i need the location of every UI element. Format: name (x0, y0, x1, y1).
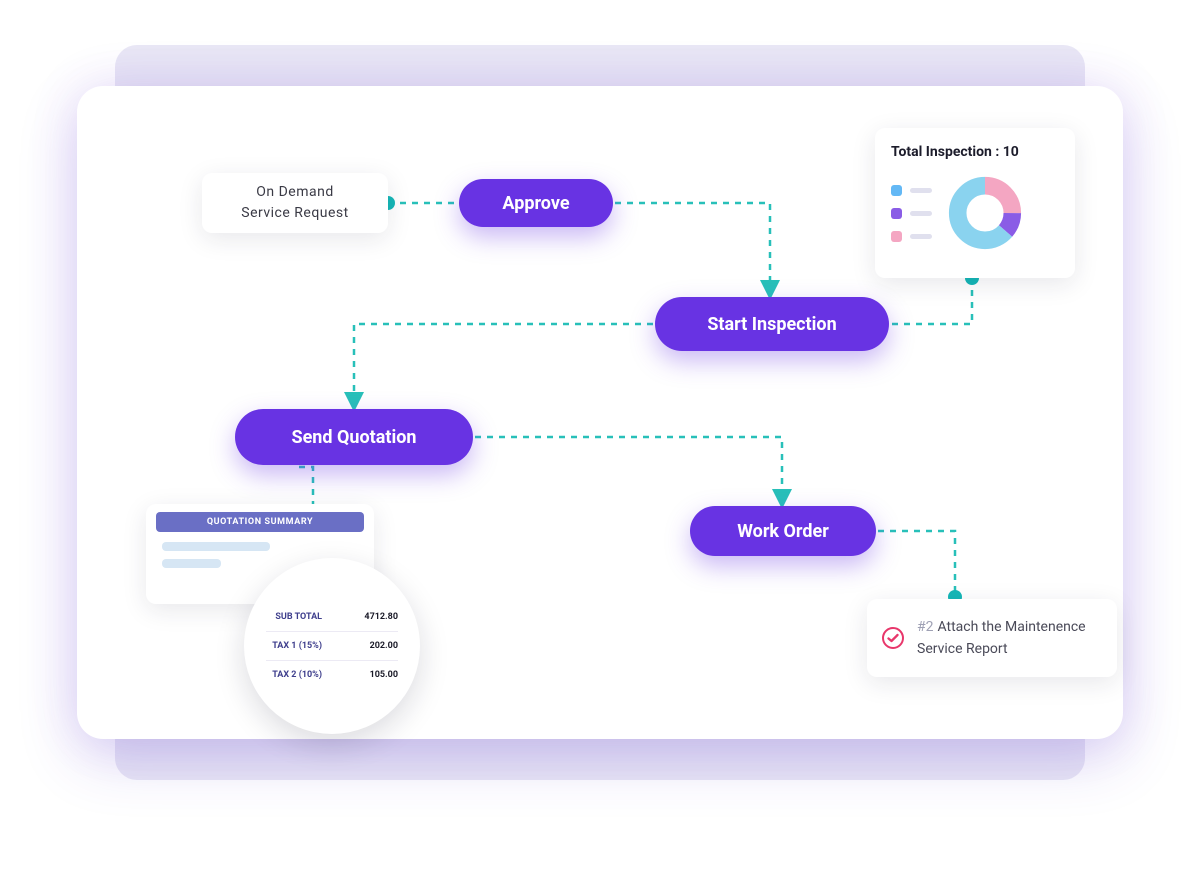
legend-item (891, 208, 932, 219)
attach-task-number: #2 (917, 619, 934, 635)
attach-task-body: Attach the Maintenence Service Report (917, 619, 1086, 657)
quotation-row-value: 105.00 (370, 670, 398, 680)
legend-bar-icon (910, 234, 932, 239)
legend-bar-icon (910, 211, 932, 216)
approve-label: Approve (502, 193, 569, 214)
work-order-node: Work Order (690, 506, 876, 556)
approve-node: Approve (459, 179, 613, 227)
send-quotation-node: Send Quotation (235, 409, 473, 465)
service-request-node: On Demand Service Request (202, 173, 388, 233)
attach-task-card: #2Attach the Maintenence Service Report (867, 599, 1117, 677)
legend-bar-icon (910, 188, 932, 193)
legend-color-icon (891, 208, 902, 219)
legend-item (891, 231, 932, 242)
check-circle-icon (881, 626, 905, 650)
attach-task-text: #2Attach the Maintenence Service Report (917, 616, 1103, 661)
quotation-row: TAX 2 (10%) 105.00 (266, 660, 398, 689)
quotation-row-label: SUB TOTAL (266, 612, 322, 622)
quotation-row-label: TAX 1 (15%) (266, 641, 322, 651)
inspection-widget: Total Inspection : 10 (875, 128, 1075, 278)
placeholder-line (162, 542, 270, 551)
inspection-legend (891, 185, 932, 242)
service-request-label: On Demand Service Request (241, 182, 348, 224)
quotation-row: SUB TOTAL 4712.80 (266, 603, 398, 631)
diagram-stage: On Demand Service Request Approve Start … (77, 86, 1123, 739)
diagram-card: On Demand Service Request Approve Start … (77, 86, 1123, 739)
start-inspection-label: Start Inspection (707, 314, 836, 335)
donut-chart-icon (946, 174, 1024, 252)
placeholder-line (162, 559, 221, 568)
quotation-row-value: 202.00 (370, 641, 398, 651)
inspection-widget-title: Total Inspection : 10 (891, 144, 1059, 160)
inspection-widget-body (891, 174, 1059, 252)
quotation-summary-header: QUOTATION SUMMARY (156, 512, 364, 532)
legend-color-icon (891, 231, 902, 242)
legend-color-icon (891, 185, 902, 196)
send-quotation-label: Send Quotation (292, 427, 417, 448)
quotation-row: TAX 1 (15%) 202.00 (266, 631, 398, 660)
legend-item (891, 185, 932, 196)
start-inspection-node: Start Inspection (655, 297, 889, 351)
quotation-row-value: 4712.80 (364, 612, 398, 622)
quotation-row-label: TAX 2 (10%) (266, 670, 322, 680)
work-order-label: Work Order (737, 521, 829, 542)
quotation-totals-bubble: SUB TOTAL 4712.80 TAX 1 (15%) 202.00 TAX… (244, 558, 420, 734)
